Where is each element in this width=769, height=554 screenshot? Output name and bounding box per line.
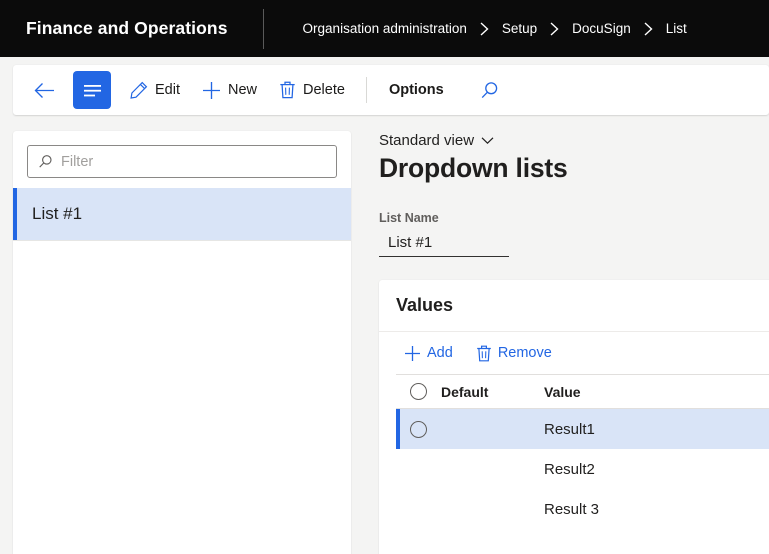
radio-icon [410, 383, 427, 400]
list-name-field[interactable] [379, 229, 509, 257]
trash-icon [279, 81, 296, 99]
list-name-label: List Name [379, 211, 439, 225]
chevron-right-icon [643, 21, 654, 36]
new-button-label: New [228, 82, 258, 98]
select-all-radio[interactable] [396, 383, 441, 400]
new-button[interactable]: New [193, 72, 266, 108]
top-navigation-bar: Finance and Operations Organisation admi… [0, 0, 769, 57]
app-window: Finance and Operations Organisation admi… [0, 0, 769, 554]
values-section: Values Add Remove Default Value Result1 … [379, 280, 769, 554]
chevron-right-icon [479, 21, 490, 36]
page-title: Dropdown lists [379, 153, 568, 183]
list-name-input[interactable] [388, 234, 509, 251]
view-switcher[interactable]: Standard view [379, 132, 494, 149]
chevron-down-icon [481, 136, 494, 145]
action-pane-toolbar: Edit New Delete Options [13, 65, 769, 115]
action-pane-area: Edit New Delete Options [0, 57, 769, 123]
pencil-icon [130, 81, 148, 99]
remove-value-button[interactable]: Remove [468, 338, 560, 368]
row-value-cell[interactable]: Result 3 [544, 501, 769, 518]
view-switcher-label: Standard view [379, 132, 475, 149]
row-value-cell[interactable]: Result2 [544, 461, 769, 478]
plus-icon [404, 345, 421, 362]
delete-button[interactable]: Delete [270, 72, 354, 108]
back-button[interactable] [23, 72, 65, 108]
column-header-default[interactable]: Default [441, 384, 544, 400]
column-header-value[interactable]: Value [544, 384, 769, 400]
list-item-label: List #1 [32, 204, 83, 223]
filter-input[interactable] [61, 153, 326, 170]
brand-divider [262, 8, 264, 49]
remove-value-label: Remove [497, 345, 552, 361]
values-toolbar: Add Remove [379, 332, 769, 374]
delete-button-label: Delete [303, 82, 345, 98]
values-grid: Default Value Result1 Result2 Result 3 [396, 374, 769, 529]
detail-panel: Standard view Dropdown lists List Name V… [366, 123, 769, 554]
options-button[interactable]: Options [379, 72, 454, 108]
trash-icon [476, 345, 492, 362]
plus-icon [202, 81, 221, 100]
edit-button-label: Edit [155, 82, 180, 98]
search-button[interactable] [470, 72, 510, 108]
table-row[interactable]: Result 3 [396, 489, 769, 529]
row-value-cell[interactable]: Result1 [544, 421, 769, 438]
arrow-left-icon [34, 82, 55, 99]
breadcrumb-item-0[interactable]: Organisation administration [303, 21, 467, 36]
table-row[interactable]: Result2 [396, 449, 769, 489]
values-grid-header: Default Value [396, 375, 769, 409]
chevron-right-icon [549, 21, 560, 36]
toolbar-divider [365, 77, 367, 103]
list-panel: List #1 [13, 131, 351, 554]
filter-row [13, 131, 351, 188]
radio-icon [410, 420, 427, 438]
breadcrumb-item-1[interactable]: Setup [502, 21, 537, 36]
search-icon [38, 154, 53, 169]
navigation-menu-button[interactable] [73, 71, 111, 109]
add-value-label: Add [427, 345, 453, 361]
values-section-title: Values [379, 280, 769, 332]
breadcrumb-item-2[interactable]: DocuSign [572, 21, 631, 36]
search-icon [480, 81, 499, 100]
hamburger-menu-icon [83, 84, 102, 97]
add-value-button[interactable]: Add [396, 338, 461, 368]
breadcrumb: Organisation administration Setup DocuSi… [303, 21, 687, 36]
filter-box[interactable] [27, 145, 337, 178]
main-content: List #1 Standard view Dropdown lists Lis… [0, 123, 769, 554]
app-brand-title: Finance and Operations [26, 18, 228, 38]
breadcrumb-item-3[interactable]: List [666, 21, 687, 36]
edit-button[interactable]: Edit [121, 72, 189, 108]
table-row[interactable]: Result1 [396, 409, 769, 449]
row-default-radio[interactable] [396, 420, 441, 438]
list-item-list-1[interactable]: List #1 [13, 188, 351, 241]
